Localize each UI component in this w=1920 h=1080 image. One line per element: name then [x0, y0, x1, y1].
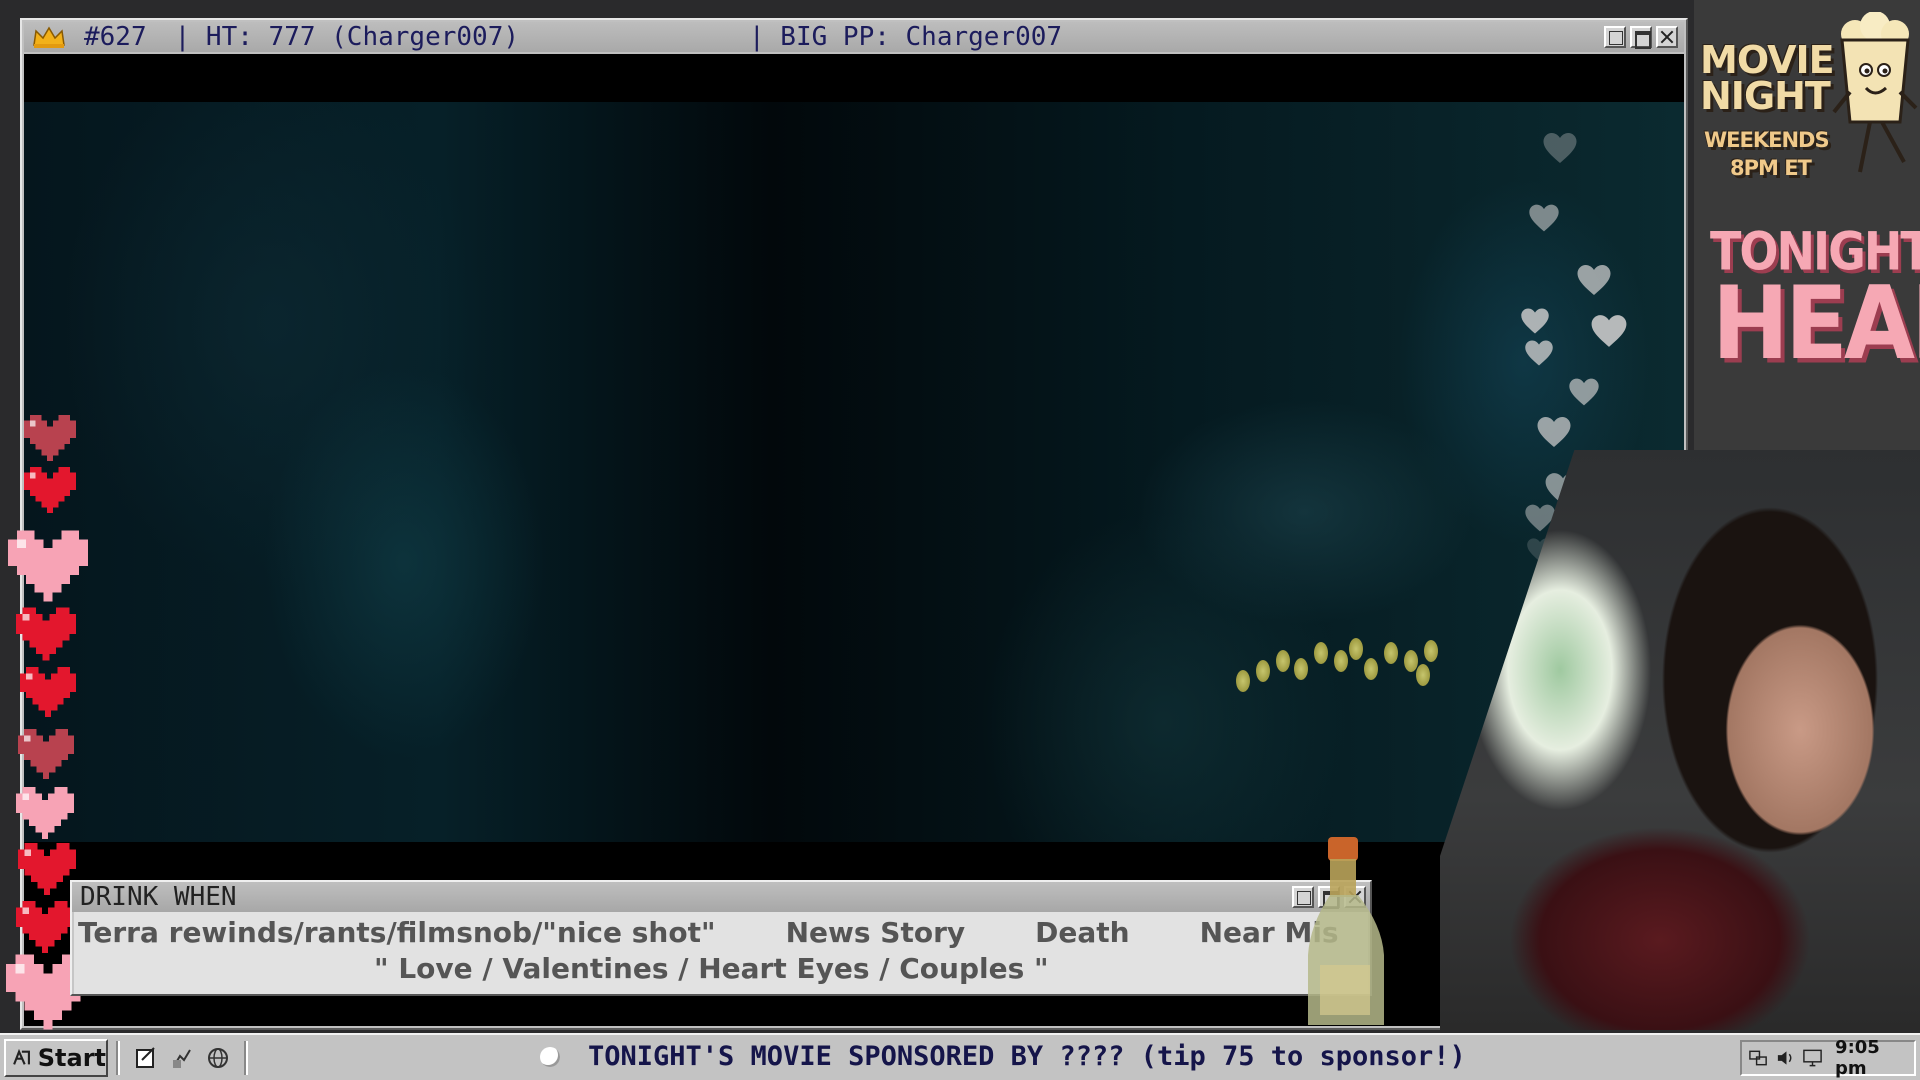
floating-heart-icon: [1542, 130, 1578, 166]
heart-icon: [16, 898, 74, 956]
popcorn-mascot-icon: [1832, 12, 1918, 173]
movie-window-titlebar[interactable]: #627 | HT: 777 (Charger007) | BIG PP: Ch…: [24, 22, 1684, 52]
movie-window: #627 | HT: 777 (Charger007) | BIG PP: Ch…: [20, 18, 1688, 1030]
taskbar: Start TONIGHT'S MOVIE SPONSORED BY ???? …: [0, 1033, 1920, 1080]
sponsor-ticker: TONIGHT'S MOVIE SPONSORED BY ???? (tip 7…: [540, 1041, 1466, 1072]
floating-heart-icon: [1528, 202, 1560, 234]
network-icon[interactable]: [1748, 1047, 1769, 1069]
floating-heart-icon: [1524, 338, 1554, 368]
drink-item-death: Death: [1035, 916, 1130, 949]
taskbar-separator: [116, 1040, 120, 1075]
floating-heart-icon: [1520, 306, 1550, 336]
logo-line-time: 8PM ET: [1730, 156, 1812, 180]
close-button[interactable]: [1656, 26, 1678, 48]
drink-item-rewinds: Terra rewinds/rants/filmsnob/"nice shot": [78, 916, 716, 949]
floating-heart-icon: [1590, 312, 1628, 350]
drink-when-titlebar[interactable]: DRINK WHEN: [72, 882, 1370, 912]
big-pp-label: | BIG PP: Charger007: [749, 22, 1063, 52]
high-tipper-label: | HT: 777 (Charger007): [174, 22, 519, 52]
heart-icon: [18, 726, 74, 782]
heart-icon: [24, 464, 76, 516]
movie-scene: [24, 102, 1684, 842]
drink-when-window: DRINK WHEN Terra rewinds/rants/filmsnob/…: [70, 880, 1372, 996]
heart-icon: [24, 412, 76, 464]
logo-line-weekends: WEEKENDS: [1704, 128, 1830, 152]
floating-heart-icon: [1536, 414, 1572, 450]
drink-when-body: Terra rewinds/rants/filmsnob/"nice shot"…: [74, 912, 1368, 994]
monitor-icon[interactable]: [1802, 1047, 1823, 1069]
floating-heart-icon: [1568, 376, 1600, 408]
maximize-button[interactable]: [1630, 26, 1652, 49]
crown-icon: [32, 25, 66, 49]
ticker-text: TONIGHT'S MOVIE SPONSORED BY ???? (tip 7…: [588, 1041, 1466, 1072]
floating-heart-icon: [1576, 262, 1612, 298]
tonight-movie-title: HEAR: [1712, 264, 1920, 383]
rank-label: #627: [84, 22, 147, 52]
ticker-dot-icon: [540, 1046, 560, 1067]
heart-icon: [16, 784, 74, 842]
bottle-icon: [1308, 837, 1384, 1025]
logo-line-night: NIGHT: [1700, 74, 1831, 118]
movie-night-logo: MOVIE NIGHT WEEKENDS 8PM ET: [1700, 12, 1920, 190]
start-label: Start: [37, 1043, 106, 1072]
paint-icon[interactable]: [169, 1045, 195, 1071]
drink-item-love: " Love / Valentines / Heart Eyes / Coupl…: [374, 952, 1049, 985]
volume-icon[interactable]: [1775, 1047, 1796, 1069]
minimize-button[interactable]: [1604, 26, 1626, 48]
taskbar-separator: [244, 1040, 248, 1075]
system-tray: 9:05 pm: [1740, 1037, 1916, 1079]
browser-icon[interactable]: [205, 1045, 231, 1071]
heart-icon: [16, 604, 76, 664]
heart-icon: [20, 664, 76, 720]
heart-icon: [18, 840, 76, 898]
clock: 9:05 pm: [1835, 1037, 1880, 1079]
drink-when-title: DRINK WHEN: [80, 882, 237, 912]
notepad-icon[interactable]: [133, 1045, 159, 1071]
drink-item-news: News Story: [785, 916, 966, 949]
heart-icon: [8, 526, 88, 606]
start-logo-icon: [13, 1048, 30, 1065]
start-button[interactable]: Start: [4, 1038, 108, 1077]
